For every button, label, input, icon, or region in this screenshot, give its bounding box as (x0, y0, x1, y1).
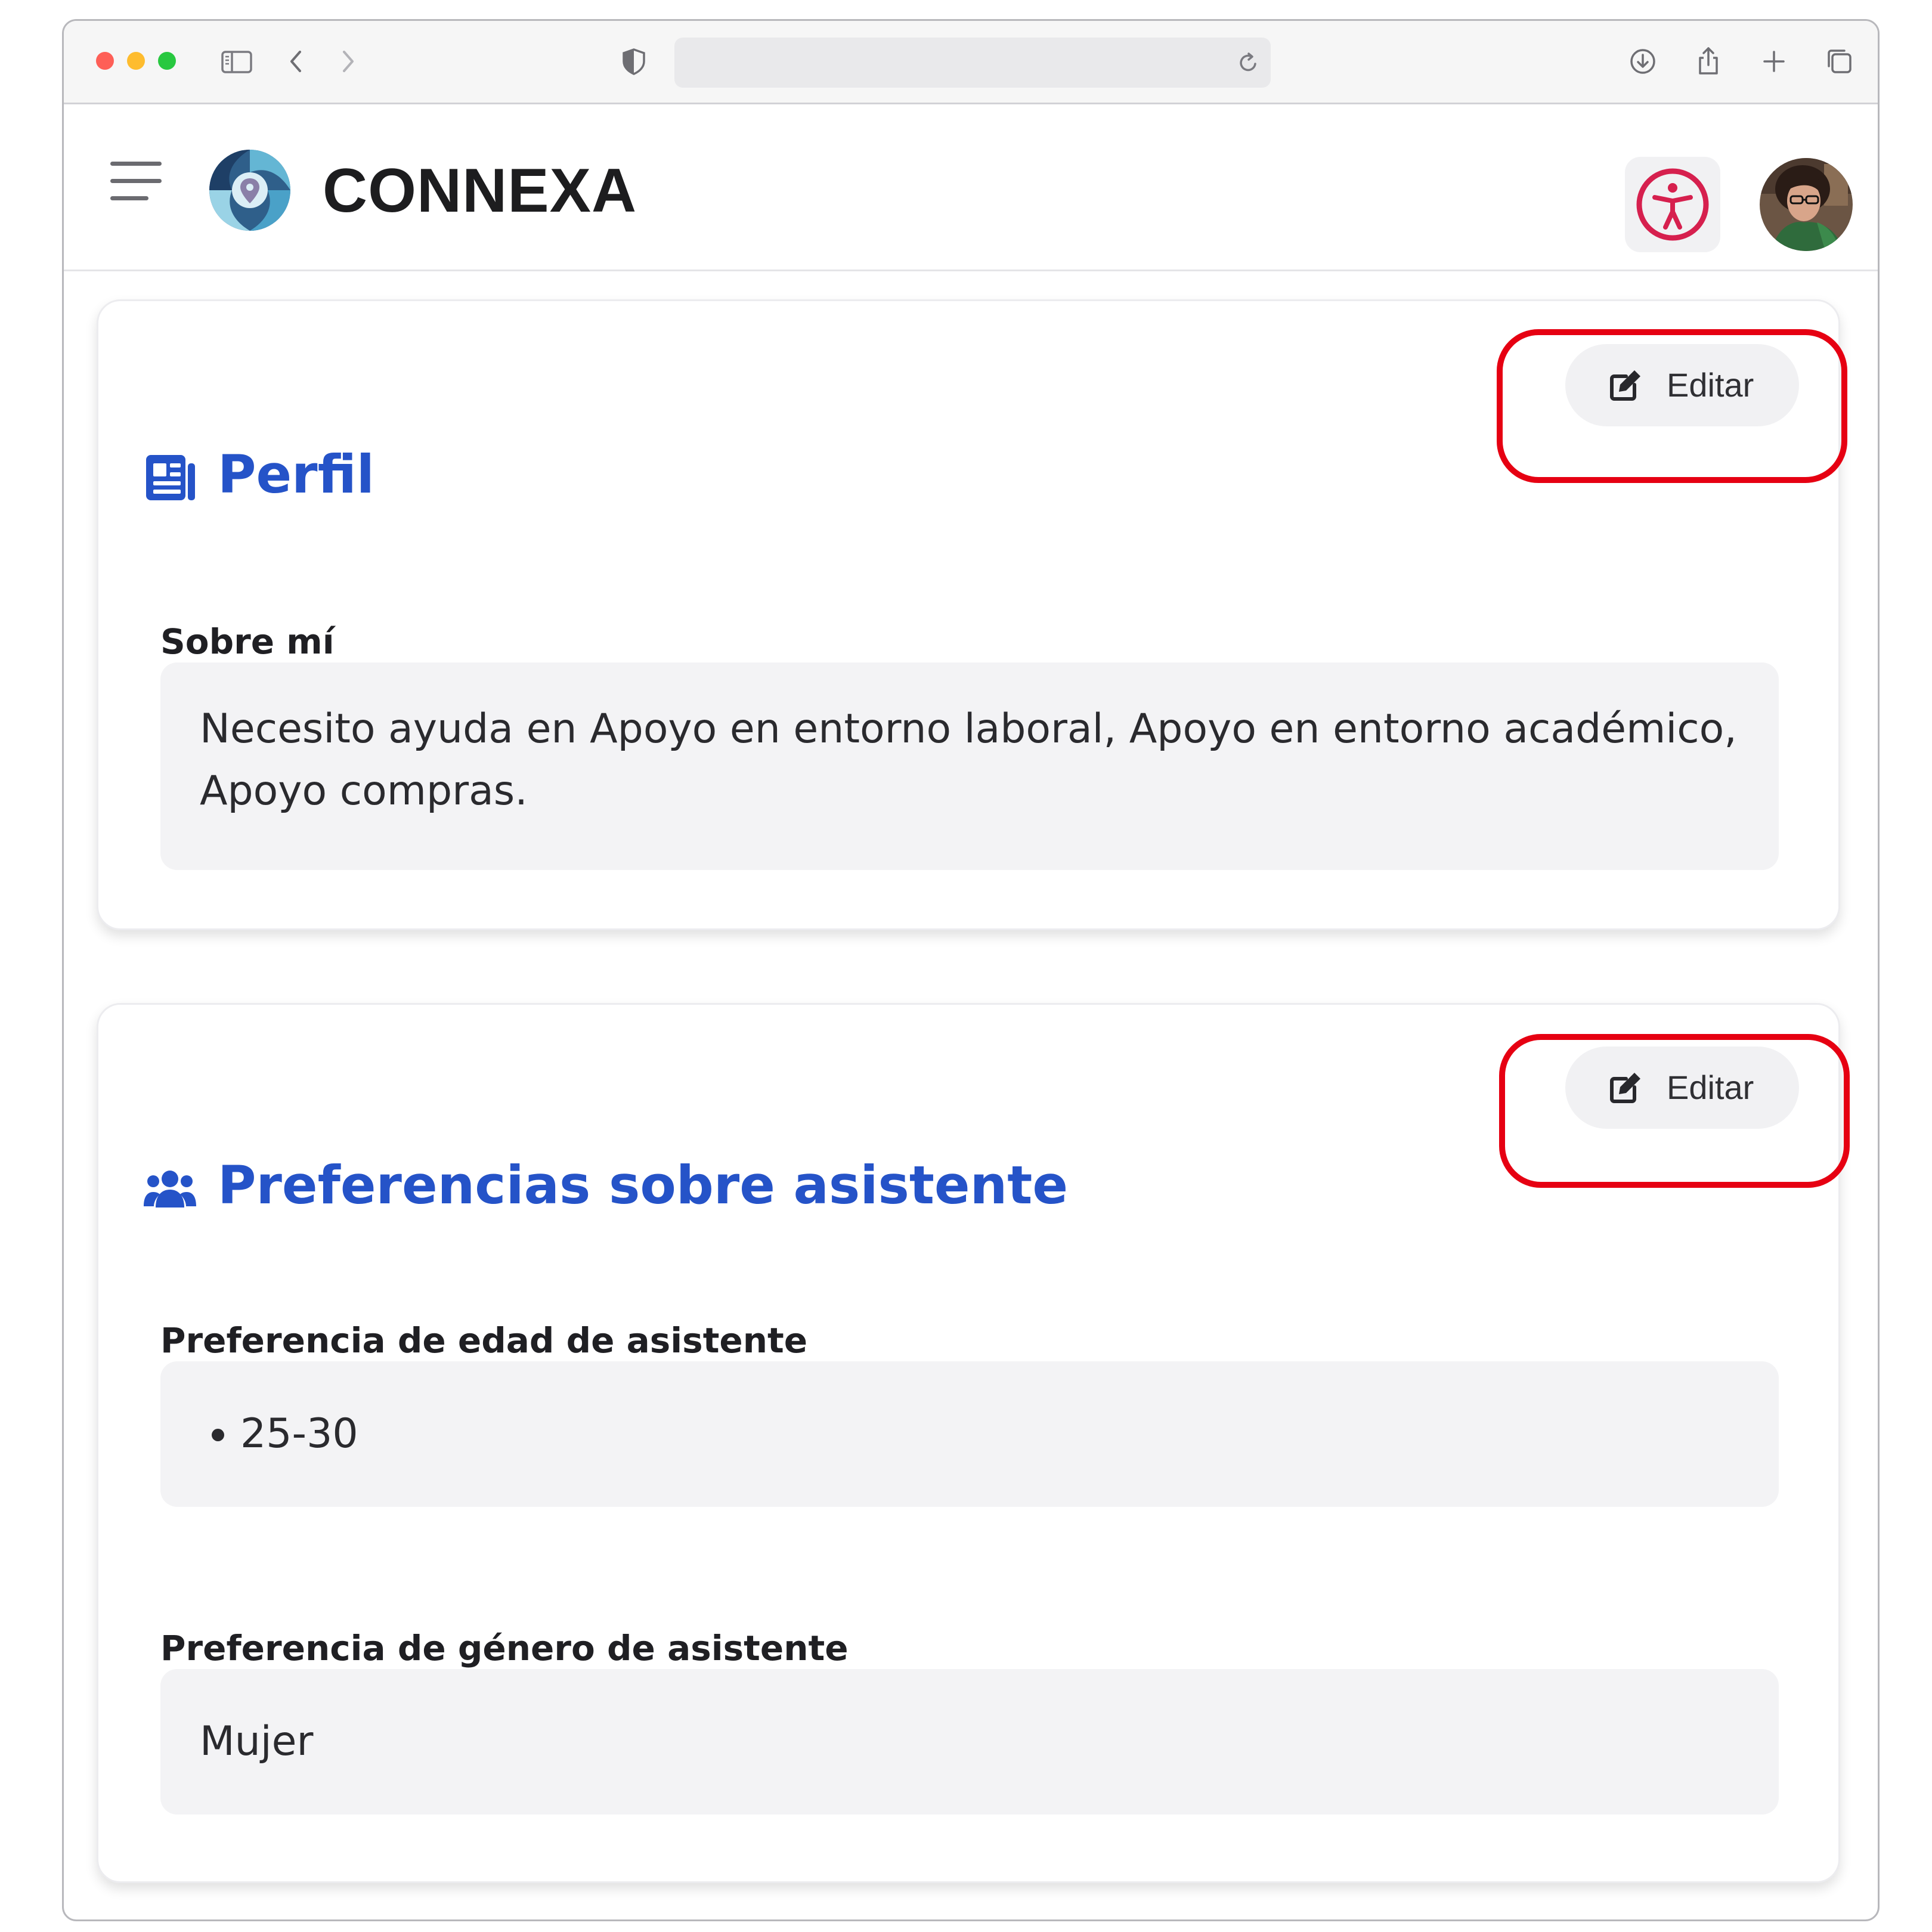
preferencias-title: Preferencias sobre asistente (218, 1154, 1069, 1216)
perfil-card: Editar Perfil Sobre mí Necesito ayuda en… (97, 299, 1840, 930)
brand-name: CONNEXA (323, 156, 637, 225)
user-avatar[interactable] (1760, 158, 1853, 251)
age-preference-label: Preferencia de edad de asistente (160, 1320, 808, 1361)
privacy-shield-icon[interactable] (617, 45, 651, 78)
edit-button-label: Editar (1667, 366, 1754, 404)
hamburger-icon[interactable] (110, 162, 162, 202)
sidebar-toggle-icon[interactable] (220, 45, 253, 78)
close-window-button[interactable] (96, 52, 114, 70)
preferencias-edit-button[interactable]: Editar (1565, 1046, 1799, 1129)
about-text-box: Necesito ayuda en Apoyo en entorno labor… (160, 662, 1779, 870)
preferencias-card: Editar Preferencias sobre asistente Pref… (97, 1003, 1840, 1883)
forward-icon[interactable] (331, 45, 364, 78)
about-label: Sobre mí (160, 621, 335, 662)
tab-overview-icon[interactable] (1823, 45, 1856, 78)
accessibility-icon (1636, 168, 1709, 241)
gender-preference-box: Mujer (160, 1669, 1779, 1815)
edit-button-label: Editar (1667, 1069, 1754, 1106)
download-icon[interactable] (1626, 45, 1659, 78)
new-tab-icon[interactable] (1757, 45, 1791, 78)
back-icon[interactable] (280, 45, 313, 78)
perfil-edit-button[interactable]: Editar (1565, 344, 1799, 426)
edit-icon (1607, 1069, 1644, 1106)
age-preference-list: 25-30 (200, 1403, 1739, 1465)
users-icon (143, 1161, 197, 1216)
about-text: Necesito ayuda en Apoyo en entorno labor… (200, 705, 1737, 815)
reload-icon[interactable] (1231, 46, 1265, 79)
age-preference-box: 25-30 (160, 1361, 1779, 1507)
newspaper-icon (143, 450, 197, 505)
app-header: CONNEXA (64, 104, 1878, 271)
share-icon[interactable] (1692, 45, 1725, 78)
gender-preference-value: Mujer (200, 1718, 314, 1765)
edit-icon (1607, 367, 1644, 404)
gender-preference-label: Preferencia de género de asistente (160, 1628, 849, 1668)
browser-toolbar (64, 21, 1878, 104)
connexa-logo[interactable] (208, 148, 292, 232)
perfil-title: Perfil (218, 444, 374, 505)
minimize-window-button[interactable] (127, 52, 145, 70)
accessibility-button[interactable] (1625, 157, 1720, 252)
zoom-window-button[interactable] (158, 52, 176, 70)
address-bar[interactable] (674, 38, 1271, 88)
list-item: 25-30 (240, 1403, 1739, 1465)
